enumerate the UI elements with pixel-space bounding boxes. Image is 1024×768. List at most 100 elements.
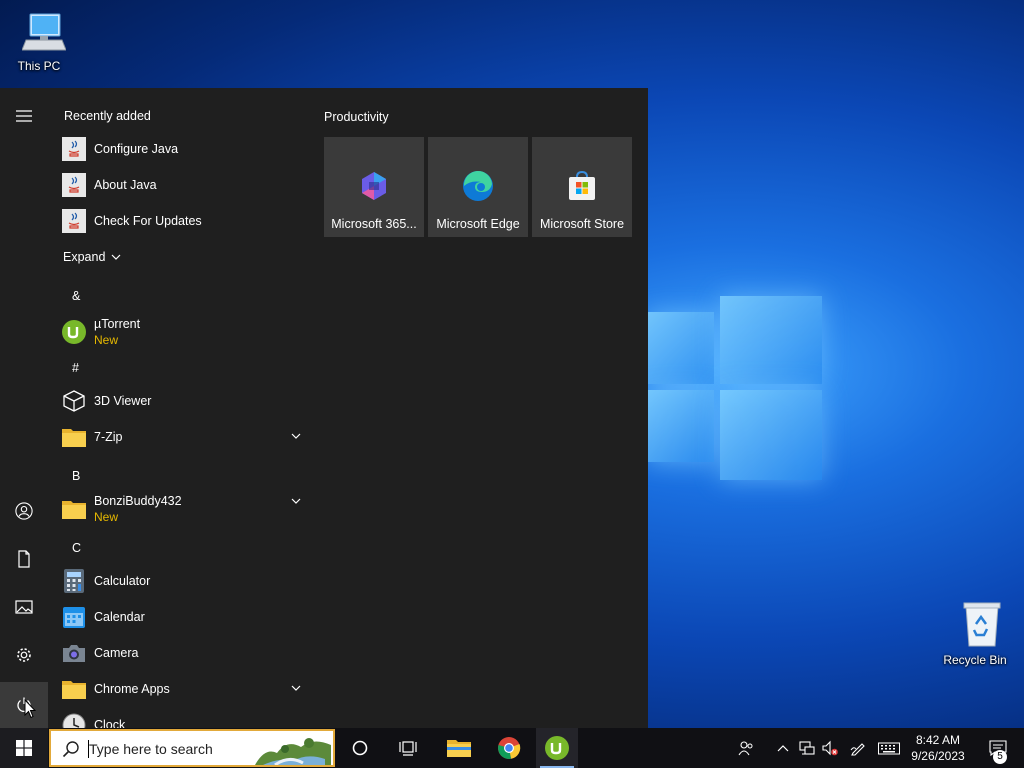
taskbar: Type here to search 8:42 AM 9/26/2023 5: [0, 728, 1024, 768]
this-pc-icon: [21, 13, 67, 51]
list-item-camera[interactable]: Camera: [62, 637, 306, 669]
cortana-button[interactable]: [340, 728, 380, 768]
task-view-icon: [399, 741, 417, 756]
user-icon: [15, 502, 33, 520]
folder-icon: [62, 425, 86, 449]
picture-icon: [15, 600, 33, 614]
list-item-clock[interactable]: Clock: [62, 709, 306, 728]
list-item-check-for-updates[interactable]: Check For Updates: [62, 205, 306, 237]
store-icon: [569, 170, 595, 200]
pictures-button[interactable]: [0, 584, 48, 630]
cube-icon: [62, 389, 86, 413]
hamburger-button[interactable]: [0, 93, 48, 139]
chrome-icon: [498, 737, 521, 759]
search-icon: [62, 741, 79, 758]
app-name: 3D Viewer: [94, 394, 152, 408]
gear-icon: [17, 648, 31, 662]
tile-microsoft-edge[interactable]: Microsoft Edge: [428, 137, 528, 237]
app-name: Check For Updates: [94, 214, 202, 228]
list-item-configure-java[interactable]: Configure Java: [62, 133, 306, 165]
app-name: Configure Java: [94, 142, 179, 156]
app-name: Camera: [94, 646, 139, 660]
chevron-down-icon: [111, 254, 121, 260]
list-item-3d-viewer[interactable]: 3D Viewer: [62, 385, 306, 417]
list-item-chrome-apps[interactable]: Chrome Apps: [62, 673, 306, 705]
edge-icon: [463, 170, 493, 201]
this-pc-label: This PC: [17, 59, 61, 73]
app-name: 7-Zip: [94, 430, 123, 444]
start-button[interactable]: [0, 728, 48, 768]
notification-count-badge: 5: [993, 750, 1007, 764]
chevron-down-icon: [291, 498, 301, 504]
new-badge: New: [94, 510, 119, 524]
mouse-cursor-icon: [24, 699, 36, 719]
start-menu: Recently added Configure Java About Java…: [0, 88, 648, 728]
wallpaper-windows-logo: [648, 290, 822, 480]
app-name: µTorrent: [94, 317, 141, 331]
user-account-button[interactable]: [0, 488, 48, 534]
list-item-utorrent[interactable]: µTorrent New: [62, 314, 306, 350]
list-item-about-java[interactable]: About Java: [62, 169, 306, 201]
recently-added-heading: Recently added: [64, 109, 151, 123]
app-name: Calculator: [94, 574, 151, 588]
expand-button[interactable]: Expand: [63, 241, 307, 273]
list-item-calendar[interactable]: Calendar: [62, 601, 306, 633]
taskbar-clock[interactable]: 8:42 AM 9/26/2023: [905, 732, 971, 764]
java-icon: [62, 137, 86, 161]
volume-muted-icon[interactable]: [822, 740, 838, 756]
tile-microsoft-365[interactable]: Microsoft 365...: [324, 137, 424, 237]
tile-label: Microsoft Edge: [436, 217, 520, 231]
search-highlight-illustration-icon: [255, 738, 331, 765]
utorrent-icon: [62, 320, 86, 344]
search-placeholder: Type here to search: [89, 741, 213, 757]
pen-workspace-icon[interactable]: [850, 740, 866, 756]
taskbar-search-box[interactable]: Type here to search: [49, 729, 335, 767]
tile-label: Microsoft Store: [539, 217, 625, 231]
calculator-icon: [62, 569, 86, 593]
document-icon: [18, 550, 30, 568]
desktop-icon-this-pc[interactable]: This PC: [7, 10, 71, 73]
folder-icon: [62, 677, 86, 701]
file-explorer-icon: [447, 740, 471, 757]
expand-label: Expand: [63, 250, 106, 264]
tile-label: Microsoft 365...: [331, 217, 417, 231]
hamburger-icon: [16, 110, 32, 122]
utorrent-icon: [545, 736, 569, 760]
group-header-b[interactable]: B: [72, 469, 80, 483]
file-explorer-button[interactable]: [437, 728, 481, 768]
clock-icon: [62, 713, 86, 728]
cortana-icon: [352, 740, 368, 756]
microsoft-365-icon: [362, 172, 386, 200]
chevron-down-icon: [291, 685, 301, 691]
documents-button[interactable]: [0, 536, 48, 582]
windows-icon: [16, 740, 32, 756]
task-view-button[interactable]: [388, 728, 428, 768]
app-list[interactable]: Recently added Configure Java About Java…: [48, 88, 308, 728]
start-rail: [0, 88, 48, 728]
group-header-amp[interactable]: &: [72, 289, 80, 303]
list-item-7zip[interactable]: 7-Zip: [62, 421, 306, 453]
group-header-c[interactable]: C: [72, 541, 81, 555]
recycle-bin-icon: [963, 602, 1000, 647]
tile-microsoft-store[interactable]: Microsoft Store: [532, 137, 632, 237]
java-icon: [62, 173, 86, 197]
group-header-hash[interactable]: #: [72, 361, 79, 375]
list-item-calculator[interactable]: Calculator: [62, 565, 306, 597]
new-badge: New: [94, 333, 119, 347]
folder-icon: [62, 497, 86, 521]
network-icon[interactable]: [799, 740, 815, 756]
desktop-icon-recycle-bin[interactable]: Recycle Bin: [940, 600, 1010, 667]
app-name: Calendar: [94, 610, 145, 624]
recycle-bin-label: Recycle Bin: [943, 653, 1007, 667]
utorrent-taskbar-button[interactable]: [536, 728, 578, 768]
productivity-heading[interactable]: Productivity: [324, 110, 389, 124]
list-item-bonzibuddy[interactable]: BonziBuddy432 New: [62, 491, 306, 527]
settings-button[interactable]: [0, 632, 48, 678]
java-icon: [62, 209, 86, 233]
chrome-button[interactable]: [487, 728, 531, 768]
people-icon[interactable]: [738, 740, 754, 756]
chevron-down-icon: [291, 433, 301, 439]
app-name: Chrome Apps: [94, 682, 170, 696]
chevron-up-icon[interactable]: [775, 740, 791, 756]
touch-keyboard-icon[interactable]: [878, 740, 900, 756]
